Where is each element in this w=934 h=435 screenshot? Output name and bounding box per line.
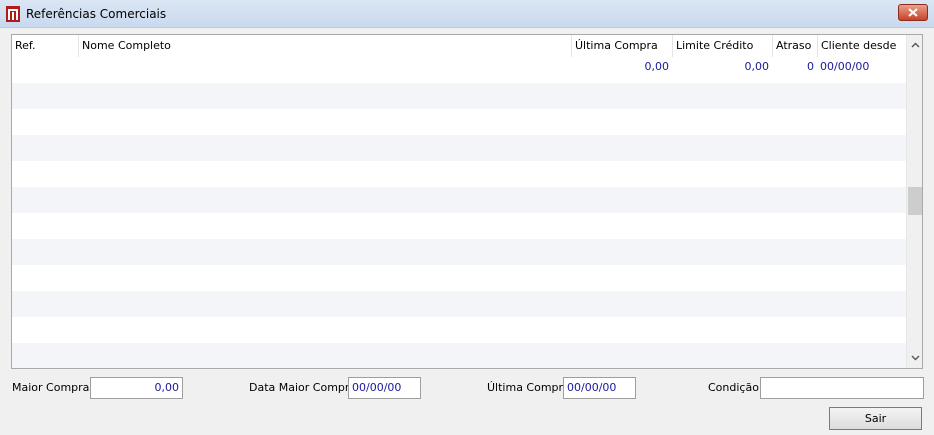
column-header-limite-credito[interactable]: Limite Crédito bbox=[673, 35, 773, 57]
condicao-label: Condição bbox=[708, 381, 759, 394]
title-bar: Referências Comerciais bbox=[0, 0, 934, 28]
vertical-scrollbar[interactable] bbox=[906, 35, 922, 368]
cell-cliente-desde: 00/00/00 bbox=[820, 60, 870, 73]
cell-limite-credito: 0,00 bbox=[744, 60, 770, 73]
close-icon bbox=[908, 8, 918, 17]
app-logo-icon bbox=[6, 6, 20, 22]
window-title: Referências Comerciais bbox=[26, 7, 167, 21]
scroll-down-button[interactable] bbox=[909, 351, 921, 365]
column-header-ref[interactable]: Ref. bbox=[12, 35, 79, 57]
scroll-up-button[interactable] bbox=[909, 38, 921, 52]
table-row[interactable] bbox=[12, 135, 906, 161]
table-row[interactable] bbox=[12, 239, 906, 265]
cell-ultima-compra: 0,00 bbox=[644, 60, 670, 73]
cell-ref bbox=[12, 57, 79, 83]
cell-nome-completo bbox=[79, 57, 572, 83]
table-row[interactable]: 0,00 0,00 0 00/00/00 bbox=[12, 57, 906, 83]
maior-compra-field[interactable]: 0,00 bbox=[90, 377, 183, 399]
table-row[interactable] bbox=[12, 343, 906, 368]
grid-header: Ref. Nome Completo Última Compra Limite … bbox=[12, 35, 906, 57]
column-header-atraso[interactable]: Atraso bbox=[773, 35, 818, 57]
table-row[interactable] bbox=[12, 187, 906, 213]
ultima-compra-field[interactable]: 00/00/00 bbox=[563, 377, 636, 399]
table-row[interactable] bbox=[12, 265, 906, 291]
data-maior-compra-label: Data Maior Compra bbox=[249, 381, 357, 394]
table-row[interactable] bbox=[12, 83, 906, 109]
maior-compra-label: Maior Compra bbox=[12, 381, 90, 394]
chevron-up-icon bbox=[911, 42, 919, 48]
column-header-ultima-compra[interactable]: Última Compra bbox=[572, 35, 673, 57]
cell-atraso: 0 bbox=[807, 60, 814, 73]
condicao-field[interactable] bbox=[760, 377, 924, 399]
data-maior-compra-field[interactable]: 00/00/00 bbox=[348, 377, 421, 399]
references-grid[interactable]: Ref. Nome Completo Última Compra Limite … bbox=[11, 34, 923, 369]
chevron-down-icon bbox=[911, 355, 919, 361]
ultima-compra-label: Última Compra bbox=[487, 381, 570, 394]
column-header-nome-completo[interactable]: Nome Completo bbox=[79, 35, 572, 57]
table-row[interactable] bbox=[12, 213, 906, 239]
column-header-cliente-desde[interactable]: Cliente desde bbox=[818, 35, 906, 57]
close-button[interactable] bbox=[898, 4, 928, 21]
sair-button[interactable]: Sair bbox=[829, 407, 922, 430]
table-row[interactable] bbox=[12, 291, 906, 317]
table-row[interactable] bbox=[12, 109, 906, 135]
scrollbar-thumb[interactable] bbox=[908, 187, 922, 215]
table-row[interactable] bbox=[12, 317, 906, 343]
table-row[interactable] bbox=[12, 161, 906, 187]
